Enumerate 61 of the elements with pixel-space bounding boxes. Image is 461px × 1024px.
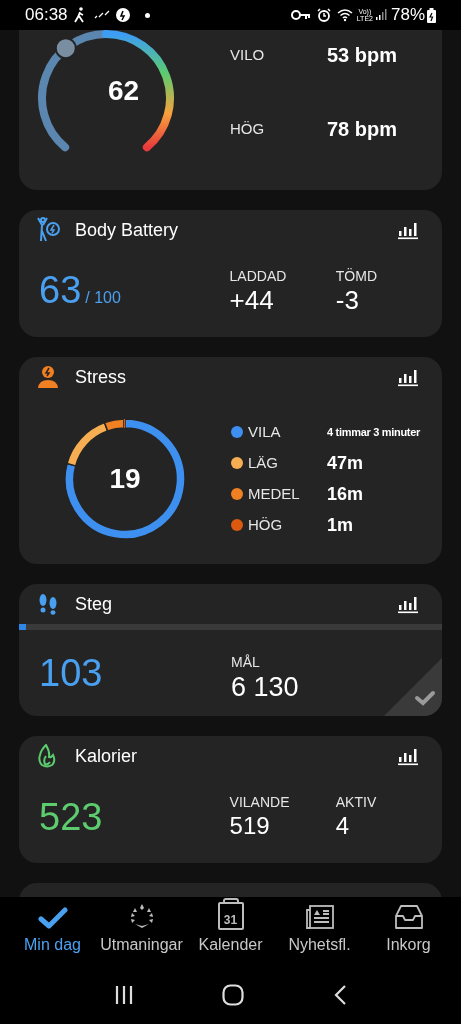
- stat-value: -3: [335, 284, 360, 315]
- legend-value: 1m: [327, 513, 353, 537]
- alarm-icon: [316, 8, 331, 22]
- footprints-icon: [37, 593, 59, 615]
- card-title: Steg: [75, 592, 113, 616]
- walking-icon: [73, 7, 86, 23]
- stress-value: 19: [108, 461, 142, 496]
- legend-value: 4 timmar 3 minuter: [327, 424, 421, 440]
- heart-rate-value: 62: [108, 74, 140, 108]
- card-title: Kalorier: [75, 744, 138, 768]
- person-bolt-icon: [37, 217, 61, 243]
- status-time: 06:38: [25, 4, 68, 27]
- bar-chart-icon[interactable]: [397, 220, 419, 240]
- home-icon[interactable]: [222, 983, 245, 1006]
- stat-label: TÖMD: [335, 266, 378, 285]
- checkmark-icon: [37, 906, 68, 930]
- bar-chart-icon[interactable]: [397, 594, 419, 614]
- bar-chart-icon[interactable]: [397, 746, 419, 766]
- legend-label: VILA: [248, 421, 282, 442]
- stat-value: 6 130: [231, 671, 299, 703]
- key-icon: [290, 9, 311, 21]
- card-title: Body Battery: [75, 218, 179, 242]
- stat-label: VILO: [230, 44, 266, 65]
- stat-label: AKTIV: [335, 792, 378, 811]
- recent-apps-icon[interactable]: [114, 984, 135, 1005]
- battery-percent: 78%: [390, 4, 425, 27]
- stat-value: +44: [229, 284, 275, 315]
- card-title: Stress: [75, 365, 126, 389]
- nav-tab[interactable]: Nyhetsfl.: [275, 897, 364, 965]
- legend-label: LÄG: [248, 452, 279, 473]
- stat-value: 519: [229, 810, 271, 841]
- body-battery-value: 63: [39, 271, 82, 309]
- stat-value: 53 bpm: [327, 43, 398, 68]
- calories-value: 523: [39, 797, 104, 836]
- legend-label: HÖG: [248, 514, 284, 535]
- cell-signal-icon: [374, 9, 387, 21]
- stat-label: HÖG: [230, 118, 266, 139]
- person-bolt-icon: [37, 365, 59, 389]
- flame-icon: [37, 744, 57, 768]
- stat-value: 4: [335, 810, 351, 841]
- battery-charging-icon: [427, 7, 436, 23]
- wifi-icon: [336, 8, 355, 22]
- back-icon[interactable]: [332, 984, 347, 1005]
- inbox-icon: [393, 904, 424, 930]
- nav-tab[interactable]: Utmaningar: [97, 897, 186, 965]
- stat-value: 78 bpm: [327, 117, 398, 142]
- nav-tab[interactable]: Min dag: [8, 897, 97, 965]
- legend-value: 47m: [327, 451, 364, 475]
- signal-dash-icon: [93, 10, 110, 20]
- newspaper-icon: [304, 904, 335, 930]
- app-badge-icon: [115, 8, 130, 22]
- stat-label: VILANDE: [229, 792, 291, 811]
- legend-value: 16m: [327, 482, 364, 506]
- nav-tab[interactable]: 31 Kalender: [186, 897, 275, 965]
- stat-label: MÅL: [231, 653, 261, 671]
- steps-value: 103: [39, 654, 104, 692]
- legend-label: MEDEL: [248, 483, 301, 504]
- bar-chart-icon[interactable]: [397, 367, 419, 387]
- nav-tab[interactable]: Inkorg: [364, 897, 453, 965]
- stat-label: LADDAD: [229, 266, 288, 285]
- body-battery-max: / 100: [85, 288, 121, 308]
